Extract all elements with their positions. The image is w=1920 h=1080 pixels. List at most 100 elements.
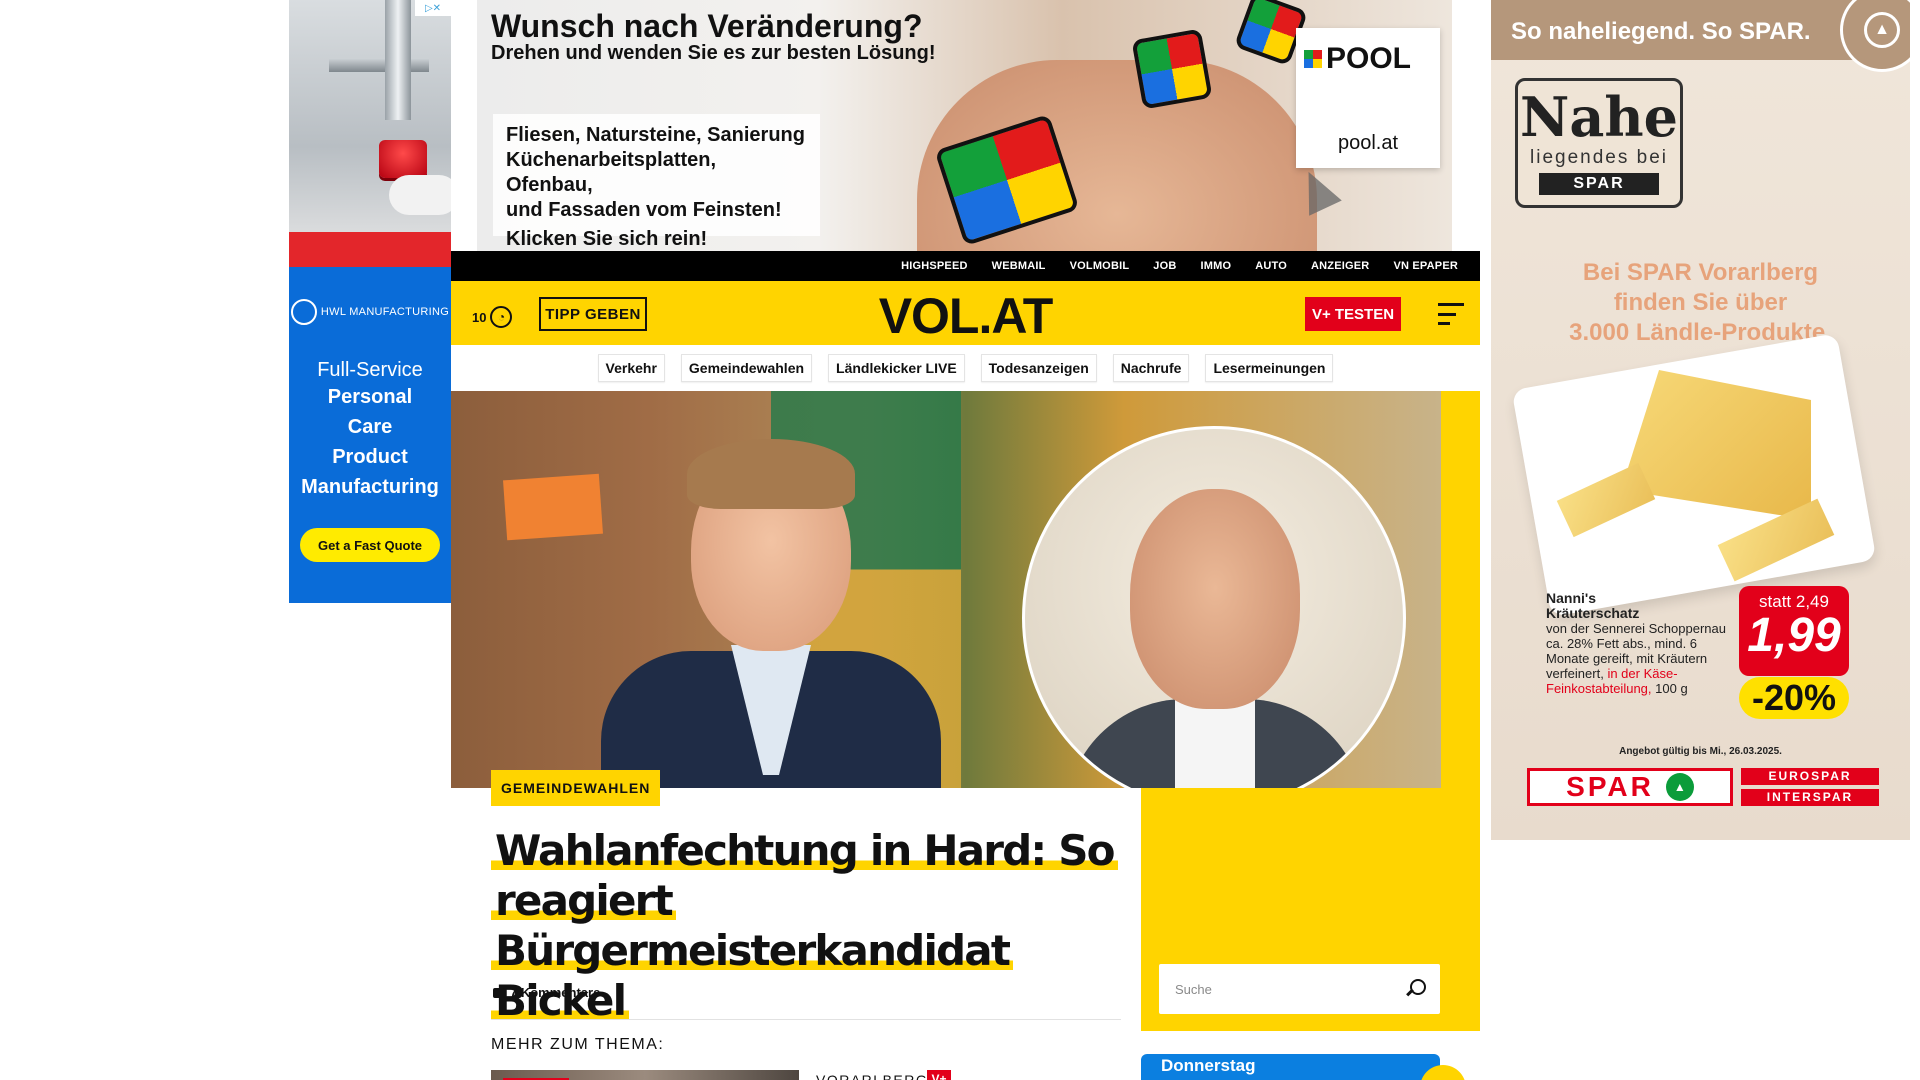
main-header: 10 ◔ TIPP GEBEN VOL.AT V+ TESTEN [451,281,1480,345]
category-label[interactable]: GEMEINDEWAHLEN [491,770,661,806]
get-quote-button[interactable]: Get a Fast Quote [300,528,440,562]
ad-machine-arm [329,58,429,72]
ad-brand-name: HWL MANUFACTURING [320,306,450,318]
title-line-3: Bürgermeisterkandidat Bickel [491,926,1014,1025]
right-spar-ad[interactable]: So naheliegend. So SPAR. ▲ Nahe liegende… [1491,0,1910,840]
divider [491,1019,1121,1020]
weather-day: Donnerstag [1161,1056,1256,1075]
price-tag: statt 2,49 1,99 [1739,586,1849,676]
top-service-nav: HIGHSPEED WEBMAIL VOLMOBIL JOB IMMO AUTO… [451,251,1480,281]
search-icon[interactable] [1404,979,1426,999]
product-info: Nanni's Kräuterschatz von der Sennerei S… [1546,590,1736,697]
topnav-vn-epaper[interactable]: VN EPAPER [1381,260,1470,272]
spar-circle-logo: ▲ [1840,0,1910,72]
tag-verkehr[interactable]: Verkehr [597,354,665,382]
candidate-photo [601,431,941,788]
spar-tree-icon: ▲ [1864,12,1900,48]
pool-brand-name: POOL [1326,42,1412,75]
topnav-job[interactable]: JOB [1141,260,1188,272]
ad-line-4: Product [332,446,408,468]
face [1130,489,1300,709]
pool-url: pool.at [1337,132,1399,154]
hexagon-icon [290,299,317,325]
spar-copy-line-2: finden Sie über [1613,289,1788,316]
ad-machine-nozzle [385,0,411,120]
title-line-1: Wahlanfechtung in Hard: So [491,826,1118,875]
inset-portrait [1022,426,1406,788]
related-region: VORARLBERG [816,1072,929,1080]
topnav-auto[interactable]: AUTO [1243,260,1299,272]
collar [1175,697,1255,788]
ad-glove [389,175,451,215]
ad-click-cta[interactable]: Klicken Sie sich rein! [506,227,807,251]
offer-validity: Angebot gültig bis Mi., 26.03.2025. [1619,746,1782,757]
nahe-badge: Nahe liegendes bei SPAR [1515,78,1683,208]
vplus-testen-button[interactable]: V+ TESTEN [1305,297,1401,331]
ad-box-line-1: Fliesen, Natursteine, Sanierung [506,124,805,146]
pool-logo: POOL [1304,42,1411,76]
eurospar-logo: EUROSPAR [1741,768,1879,785]
ad-red-stripe [289,232,451,267]
spar-tree-icon: ▲ [1665,773,1694,801]
badge-brand: SPAR [1539,173,1659,195]
topnav-anzeiger[interactable]: ANZEIGER [1299,260,1381,272]
spar-copy: Bei SPAR Vorarlberg finden Sie über 3.00… [1491,258,1910,348]
spar-copy-line-1: Bei SPAR Vorarlberg [1582,259,1819,286]
pool-logo-card[interactable]: POOL pool.at [1296,28,1440,168]
ad-text-box: Fliesen, Natursteine, Sanierung Küchenar… [493,114,820,250]
menu-search-icon[interactable] [1438,303,1464,325]
menu-line [1438,322,1450,325]
spar-logo: SPAR ▲ [1527,768,1733,806]
ad-line-5: Manufacturing [301,476,439,498]
interspar-logo: INTERSPAR [1741,789,1879,806]
discount-badge: -20% [1739,677,1849,719]
vplus-badge: V+ [927,1070,951,1080]
comments-count: 7 Kommentare [510,985,601,1000]
topnav-immo[interactable]: IMMO [1188,260,1243,272]
product-name-1: Nanni's [1546,590,1597,606]
spar-sub-logos: EUROSPAR INTERSPAR [1741,768,1879,810]
top-banner-ad[interactable]: Wunsch nach Veränderung? Drehen und wend… [477,0,1452,251]
badge-big-text: Nahe [1520,85,1678,149]
ad-line-3: Care [347,416,393,438]
adchoices-icon[interactable]: ▷✕ [415,0,451,16]
menu-line [1438,303,1464,306]
ad-cream-jar [379,140,427,178]
tag-gemeindewahlen[interactable]: Gemeindewahlen [680,354,813,382]
ad-subline: Drehen und wenden Sie es zur besten Lösu… [491,42,936,64]
article-hero-image[interactable] [451,391,1441,788]
related-heading: MEHR ZUM THEMA: [491,1036,665,1053]
ad-blue-panel: HWL MANUFACTURING Full-Service Personal … [289,267,451,603]
topnav-highspeed[interactable]: HIGHSPEED [889,260,980,272]
tag-nachrufe[interactable]: Nachrufe [1112,354,1190,382]
tag-laendlekicker-live[interactable]: Ländlekicker LIVE [828,354,965,382]
ad-box-line-3: und Fassaden vom Feinsten! [506,199,782,221]
search-input[interactable] [1175,981,1404,997]
comment-icon [493,987,505,998]
ad-product-photo [289,0,451,267]
pool-cube-icon [1304,50,1322,68]
spar-copy-line-3: 3.000 Ländle-Produkte. [1569,319,1832,346]
ad-line-1: Full-Service [317,359,423,381]
rubiks-cube-icon [1131,28,1213,110]
current-price: 1,99 [1747,609,1841,662]
topnav-webmail[interactable]: WEBMAIL [980,260,1058,272]
topnav-volmobil[interactable]: VOLMOBIL [1058,260,1142,272]
ad-box-line-2: Küchenarbeitsplatten, Ofenbau, [506,149,717,196]
tag-lesermeinungen[interactable]: Lesermeinungen [1205,354,1334,382]
product-weight: 100 g [1655,681,1688,696]
left-skyscraper-ad[interactable]: ▷✕ HWL MANUFACTURING Full-Service Person… [289,0,451,603]
ad-line-2: Personal [327,386,413,408]
badge-small-text: liegendes bei [1530,147,1668,168]
ad-brand-logo: HWL MANUFACTURING [289,299,451,325]
title-line-2: reagiert [491,876,676,925]
ad-headline: Wunsch nach Veränderung? [491,8,923,44]
product-name-2: Kräuterschatz [1546,605,1640,621]
tag-todesanzeigen[interactable]: Todesanzeigen [980,354,1097,382]
hair [687,439,855,509]
sidebar-search [1159,964,1440,1014]
topic-tag-bar: Verkehr Gemeindewahlen Ländlekicker LIVE… [451,345,1480,391]
weather-card[interactable]: Donnerstag [1141,1054,1440,1080]
spar-logo-text: SPAR [1566,771,1654,802]
comments-link[interactable]: 7 Kommentare [493,985,600,1000]
